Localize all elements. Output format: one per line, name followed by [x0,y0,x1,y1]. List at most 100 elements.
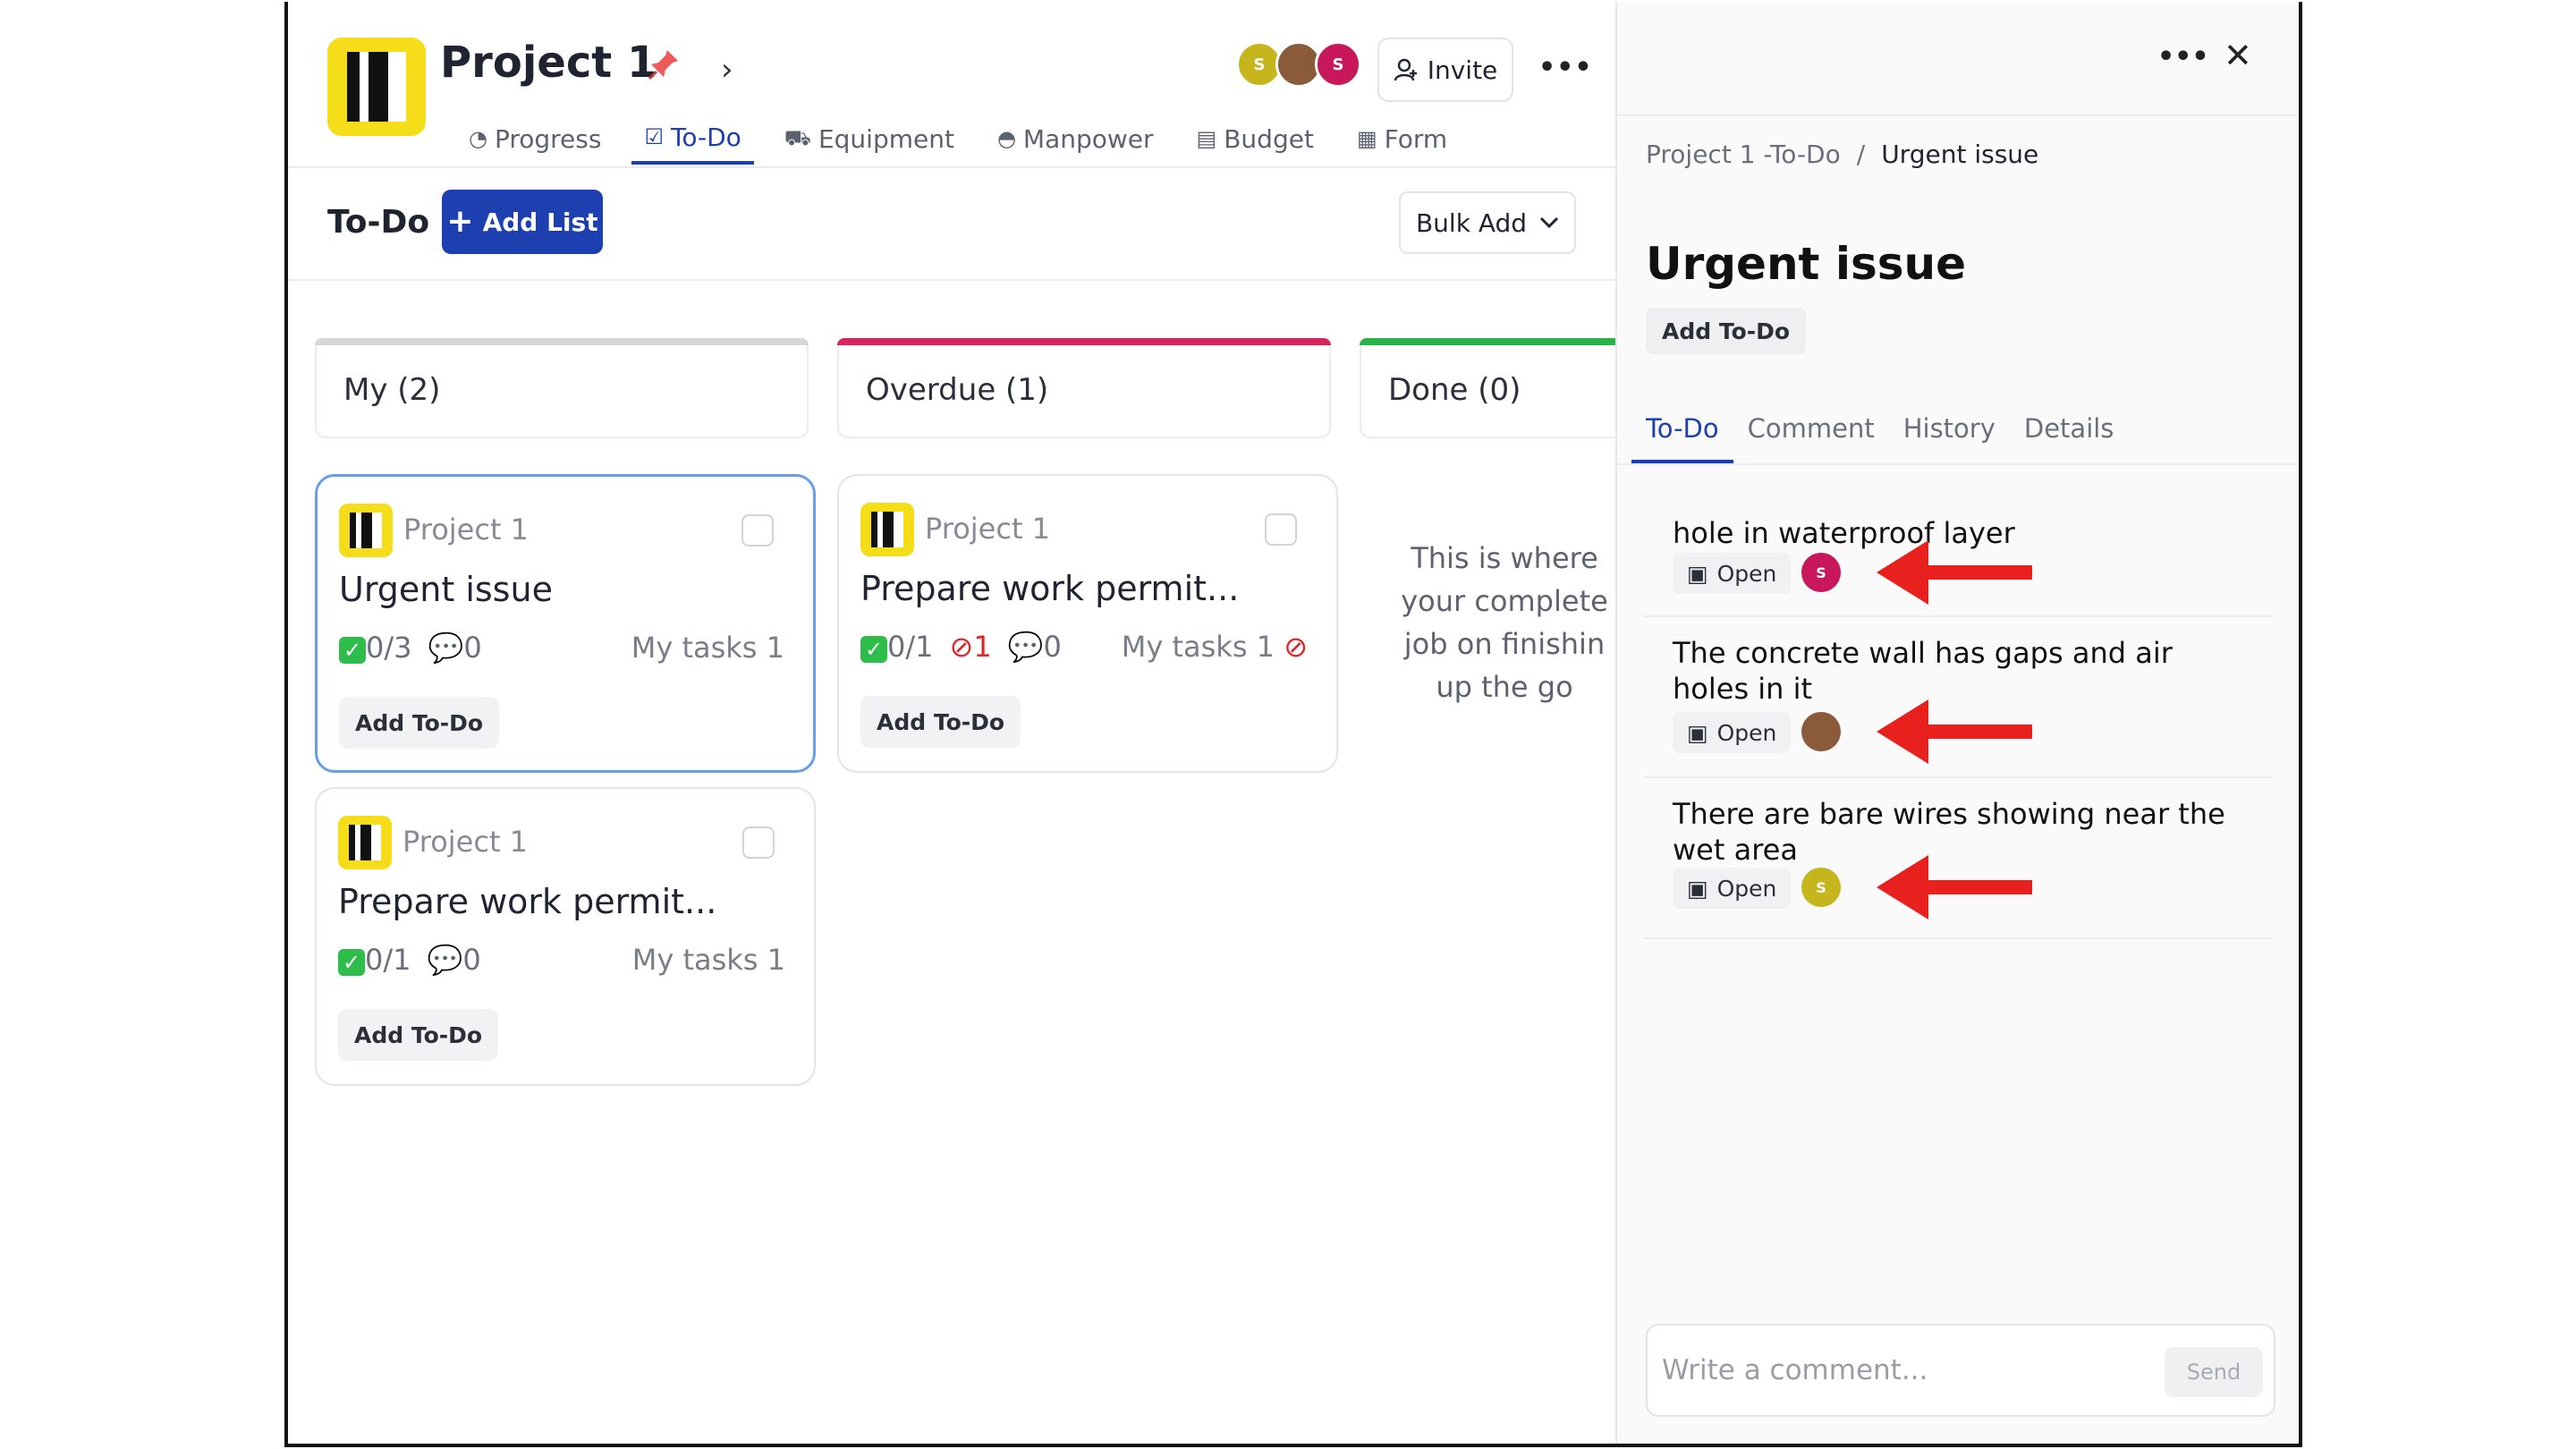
column-title: My (2) [343,372,441,408]
add-todo-button[interactable]: Add To-Do [338,1009,499,1061]
tab-label: Manpower [1022,123,1154,154]
todo-card[interactable]: Project 1 Urgent issue ✓ 0/3 💬0 My tasks … [315,474,816,773]
card-title: Urgent issue [339,570,553,609]
avatar: S [1315,41,1361,88]
add-list-button[interactable]: + Add List [442,190,603,254]
briefcase-icon: ▣ [1687,560,1708,587]
main-board: Project 1 › S S Invite ••• ◔ Progress ☑ To… [288,2,1628,1444]
overdue-icon: ⊘ [949,630,974,664]
tab-equipment[interactable]: ⛟ Equipment [772,113,967,165]
check-icon: ✓ [339,637,366,664]
arrow-annotation-icon [1877,540,2032,605]
avatar: S [1801,868,1841,907]
divider [1617,463,2299,465]
my-tasks-count: My tasks 1 [631,943,785,977]
done-empty-description: This is where your complete job on finis… [1397,537,1612,708]
todo-item[interactable]: hole in waterproof layer ▣ Open S [1644,490,2272,617]
card-project: Project 1 [402,825,529,859]
invite-button[interactable]: Invite [1377,38,1513,102]
column-color-bar [837,338,1331,345]
bulk-add-button[interactable]: Bulk Add [1399,191,1576,254]
tab-label: Budget [1224,123,1314,154]
column-title: Overdue (1) [866,372,1049,408]
comment-placeholder: Write a comment... [1662,1354,1928,1386]
description-line: up the go [1436,670,1573,704]
chevron-down-icon [1539,216,1559,229]
tab-details[interactable]: Details [2010,406,2129,463]
member-avatars[interactable]: S S [1236,41,1370,95]
add-todo-button[interactable]: Add To-Do [339,697,500,749]
description-line: This is where [1411,541,1598,575]
card-checkbox[interactable] [1265,513,1297,546]
panel-tabs: To-Do Comment History Details [1631,406,2128,463]
column-header-my[interactable]: My (2) [315,338,809,438]
tab-progress[interactable]: ◔ Progress [456,113,614,165]
tab-comment[interactable]: Comment [1733,406,1889,463]
card-project: Project 1 [925,512,1051,546]
bulk-add-label: Bulk Add [1415,208,1528,238]
comment-icon: 💬 [1007,630,1044,664]
status-badge[interactable]: ▣ Open [1673,712,1792,753]
card-checkbox[interactable] [741,514,774,547]
card-project: Project 1 [403,513,530,547]
check-icon: ✓ [338,949,365,976]
user-add-icon [1394,58,1417,81]
arrow-annotation-icon [1877,855,2032,919]
project-tabs: ◔ Progress ☑ To-Do ⛟ Equipment ◓ Manpower ▤ B… [456,113,1460,166]
breadcrumb-current: Urgent issue [1881,140,2039,169]
status-label: Open [1716,719,1777,746]
tab-form[interactable]: ▦ Form [1344,113,1460,165]
more-options-icon[interactable]: ••• [2157,41,2209,72]
progress-count: 0/1 [887,630,934,664]
description-line: job on finishin [1403,627,1606,661]
tab-manpower[interactable]: ◓ Manpower [985,113,1166,165]
overdue-count: 1 [973,630,992,664]
column-header-overdue[interactable]: Overdue (1) [837,338,1331,438]
close-icon[interactable]: ✕ [2224,36,2252,75]
send-button[interactable]: Send [2165,1347,2263,1397]
add-todo-button[interactable]: Add To-Do [860,696,1021,748]
todo-card[interactable]: Project 1 Prepare work permit... ✓ 0/1 💬0… [315,787,816,1086]
project-logo [327,38,426,136]
panel-title: Urgent issue [1646,238,1967,290]
chevron-right-icon[interactable]: › [721,52,733,88]
todo-item[interactable]: There are bare wires showing near the we… [1644,778,2272,939]
tab-todo[interactable]: ☑ To-Do [631,113,754,165]
breadcrumb-separator: / [1856,140,1866,169]
card-title: Prepare work permit... [860,569,1240,608]
todo-card[interactable]: Project 1 Prepare work permit... ✓ 0/1 ⊘1… [837,474,1338,773]
overdue-icon: ⊘ [1284,630,1308,664]
project-logo [338,816,392,869]
progress-count: 0/1 [365,943,411,977]
pin-icon[interactable] [646,47,682,82]
status-badge[interactable]: ▣ Open [1673,868,1792,909]
breadcrumb: Project 1 -To-Do / Urgent issue [1646,140,2038,169]
tab-budget[interactable]: ▤ Budget [1184,113,1326,165]
status-badge[interactable]: ▣ Open [1673,553,1792,594]
detail-panel: ••• ✕ Project 1 -To-Do / Urgent issue Ur… [1615,2,2299,1444]
tab-label: Progress [494,123,602,154]
breadcrumb-parent[interactable]: Project 1 -To-Do [1646,140,1841,169]
briefcase-icon: ▣ [1687,875,1708,902]
tab-history[interactable]: History [1889,406,2010,463]
project-logo [860,503,914,556]
tab-label: To-Do [670,122,741,152]
column-title: Done (0) [1388,372,1521,408]
ledger-icon: ▤ [1196,126,1217,151]
more-options-icon[interactable]: ••• [1538,52,1593,83]
project-title: Project 1 [440,38,657,88]
divider [288,166,1615,168]
card-stats: ✓ 0/1 ⊘1 💬0 [860,630,1062,664]
column-header-done[interactable]: Done (0) [1360,338,1628,438]
clipboard-icon: ☑ [644,124,664,149]
todo-item[interactable]: The concrete wall has gaps and air holes… [1644,617,2272,778]
status-label: Open [1716,560,1777,587]
divider [1617,114,2299,116]
column-color-bar [315,338,809,345]
card-checkbox[interactable] [742,826,775,859]
add-todo-button[interactable]: Add To-Do [1646,308,1807,354]
comment-input[interactable]: Write a comment... Send [1646,1324,2275,1417]
comment-count: 0 [463,631,482,665]
tab-label: Equipment [818,123,954,154]
tab-todo[interactable]: To-Do [1631,406,1733,463]
